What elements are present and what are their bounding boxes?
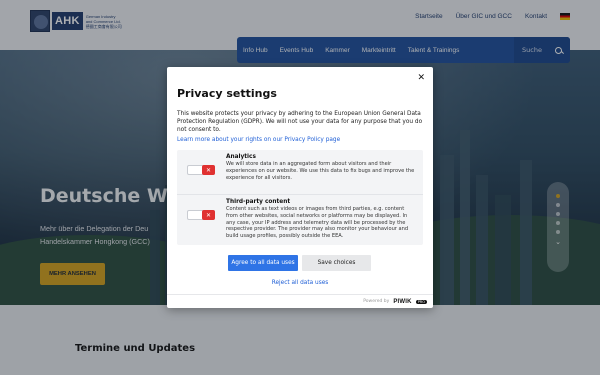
category-description: Content such as text videos or images fr… (226, 206, 409, 240)
agree-all-button[interactable]: Agree to all data uses (228, 255, 298, 271)
reject-all-link[interactable]: Reject all data uses (167, 280, 433, 286)
dialog-description: This website protects your privacy by ad… (177, 111, 423, 133)
category-title: Analytics (226, 154, 256, 160)
piwik-logo[interactable]: PIWIK (393, 299, 411, 305)
consent-categories: ✕ Analytics We will store data in an agg… (177, 150, 423, 245)
powered-by-label: Powered by (363, 299, 390, 304)
privacy-settings-dialog: ✕ Privacy settings This website protects… (167, 67, 433, 308)
category-text: Analytics We will store data in an aggre… (226, 154, 416, 181)
analytics-toggle[interactable]: ✕ (187, 165, 215, 175)
privacy-policy-link[interactable]: Learn more about your rights on our Priv… (177, 137, 340, 143)
toggle-off-x-icon: ✕ (202, 165, 215, 175)
close-icon[interactable]: ✕ (417, 73, 425, 83)
third-party-toggle[interactable]: ✕ (187, 210, 215, 220)
category-title: Third-party content (226, 199, 291, 205)
pro-badge: PRO (415, 299, 427, 304)
category-third-party: ✕ Third-party content Content such as te… (177, 194, 423, 239)
toggle-off-x-icon: ✕ (202, 210, 215, 220)
dialog-title: Privacy settings (177, 87, 277, 100)
powered-by-footer: Powered by PIWIK PRO (167, 294, 433, 308)
save-choices-button[interactable]: Save choices (302, 255, 371, 271)
category-description: We will store data in an aggregated form… (226, 161, 415, 181)
category-text: Third-party content Content such as text… (226, 199, 416, 240)
